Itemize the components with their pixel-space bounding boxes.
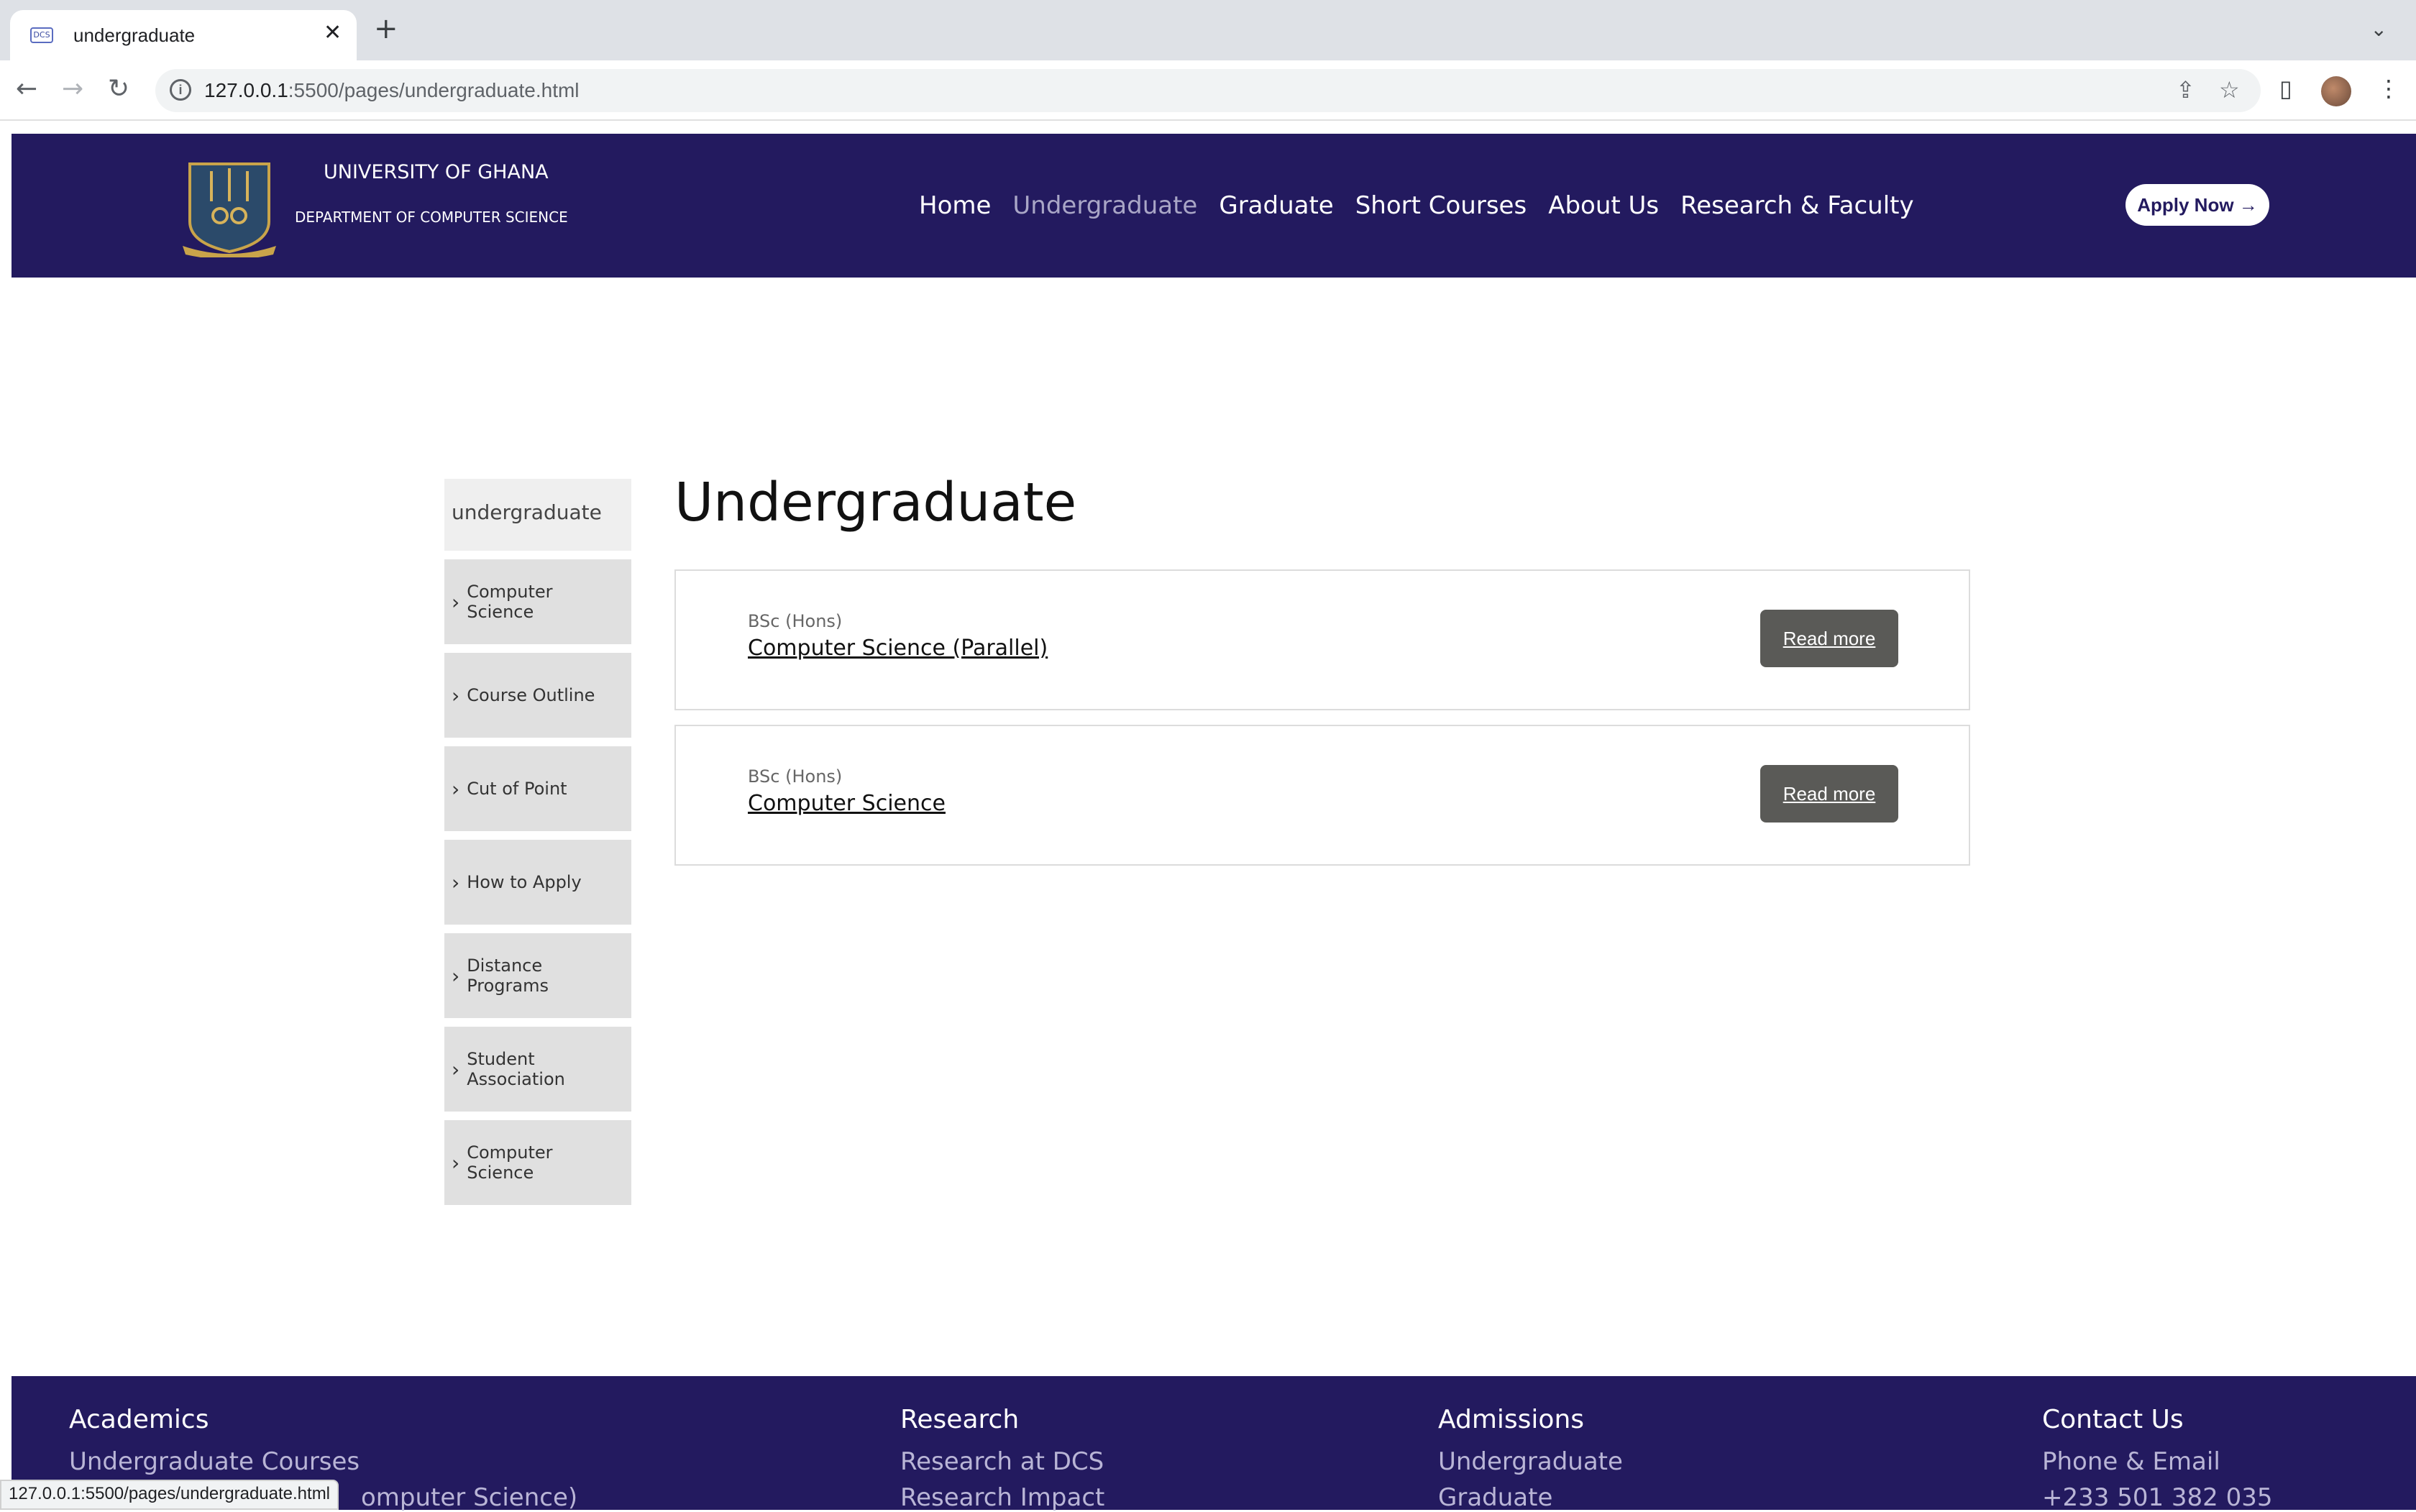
footer-admissions: Admissions Undergraduate Graduate bbox=[1438, 1405, 1623, 1512]
footer-link[interactable]: Undergraduate Courses bbox=[69, 1447, 577, 1476]
university-crest-icon bbox=[183, 162, 276, 257]
web-page: UNIVERSITY OF GHANA DEPARTMENT OF COMPUT… bbox=[0, 122, 2416, 1512]
browser-tab-bar: DCS undergraduate ✕ + ⌄ bbox=[0, 0, 2416, 60]
sidebar-item-computer-science-2[interactable]: › Computer Science bbox=[444, 1120, 631, 1205]
footer-link[interactable]: Research at DCS bbox=[900, 1447, 1104, 1476]
chevron-right-icon: › bbox=[452, 683, 460, 707]
page-title: Undergraduate bbox=[674, 472, 1077, 533]
read-more-button[interactable]: Read more bbox=[1760, 765, 1898, 823]
sidebar-item-label: Computer Science bbox=[467, 582, 553, 622]
footer-link[interactable]: Phone & Email bbox=[2042, 1447, 2273, 1476]
site-info-icon[interactable]: i bbox=[170, 79, 191, 101]
nav-about-us[interactable]: About Us bbox=[1548, 191, 1659, 220]
tab-close-icon[interactable]: ✕ bbox=[324, 20, 342, 45]
browser-tab[interactable]: DCS undergraduate ✕ bbox=[10, 10, 357, 60]
department-name: DEPARTMENT OF COMPUTER SCIENCE bbox=[295, 209, 568, 226]
footer-link[interactable]: Research Impact bbox=[900, 1483, 1104, 1512]
chevron-right-icon: › bbox=[452, 1150, 460, 1175]
sidebar-item-label: Computer Science bbox=[467, 1142, 553, 1183]
sidebar-item-how-to-apply[interactable]: › How to Apply bbox=[444, 840, 631, 925]
main-nav: Home Undergraduate Graduate Short Course… bbox=[919, 191, 1914, 220]
chevron-right-icon: › bbox=[452, 776, 460, 801]
browser-menu-icon[interactable]: ⋮ bbox=[2377, 75, 2400, 102]
sidebar-item-label: Course Outline bbox=[467, 685, 595, 705]
footer-link[interactable]: omputer Science) bbox=[361, 1483, 577, 1512]
footer-research: Research Research at DCS Research Impact bbox=[900, 1405, 1104, 1512]
tab-title: undergraduate bbox=[73, 24, 196, 46]
nav-graduate[interactable]: Graduate bbox=[1219, 191, 1333, 220]
share-icon[interactable]: ⇪ bbox=[2176, 76, 2195, 104]
sidebar-item-cut-of-point[interactable]: › Cut of Point bbox=[444, 746, 631, 831]
program-degree: BSc (Hons) bbox=[748, 611, 843, 631]
sidebar-item-label: Cut of Point bbox=[467, 779, 567, 799]
sidebar-item-course-outline[interactable]: › Course Outline bbox=[444, 653, 631, 738]
url-path: :5500/pages/undergraduate.html bbox=[288, 79, 580, 101]
footer-link[interactable]: +233 501 382 035 bbox=[2042, 1483, 2273, 1512]
footer-heading: Research bbox=[900, 1405, 1020, 1434]
sidebar-item-distance-programs[interactable]: › Distance Programs bbox=[444, 933, 631, 1018]
nav-home[interactable]: Home bbox=[919, 191, 991, 220]
sidebar-item-label: Distance Programs bbox=[467, 956, 549, 996]
apply-now-button[interactable]: Apply Now → bbox=[2126, 184, 2269, 226]
url-text: 127.0.0.1:5500/pages/undergraduate.html bbox=[204, 79, 580, 102]
footer-link[interactable]: Graduate bbox=[1438, 1483, 1623, 1512]
footer-contact: Contact Us Phone & Email +233 501 382 03… bbox=[2042, 1405, 2273, 1512]
read-more-button[interactable]: Read more bbox=[1760, 610, 1898, 667]
back-icon[interactable]: ← bbox=[16, 73, 37, 105]
program-link[interactable]: Computer Science (Parallel) bbox=[748, 636, 1048, 661]
new-tab-icon[interactable]: + bbox=[374, 14, 398, 43]
program-card: BSc (Hons) Computer Science Read more bbox=[674, 725, 1970, 866]
chevron-right-icon: › bbox=[452, 963, 460, 988]
nav-research-faculty[interactable]: Research & Faculty bbox=[1680, 191, 1914, 220]
program-degree: BSc (Hons) bbox=[748, 766, 843, 787]
sidebar-heading: undergraduate bbox=[444, 479, 631, 551]
address-bar[interactable]: i 127.0.0.1:5500/pages/undergraduate.htm… bbox=[155, 69, 2261, 112]
browser-toolbar: ← → ↻ i 127.0.0.1:5500/pages/undergradua… bbox=[0, 60, 2416, 121]
forward-icon[interactable]: → bbox=[62, 73, 83, 105]
sidebar-item-label: Student Association bbox=[467, 1049, 565, 1089]
profile-avatar[interactable] bbox=[2321, 76, 2351, 106]
footer-heading: Contact Us bbox=[2042, 1405, 2184, 1434]
program-link[interactable]: Computer Science bbox=[748, 791, 946, 816]
site-header: UNIVERSITY OF GHANA DEPARTMENT OF COMPUT… bbox=[12, 134, 2416, 278]
sidebar-item-label: How to Apply bbox=[467, 872, 582, 892]
nav-undergraduate[interactable]: Undergraduate bbox=[1012, 191, 1197, 220]
footer-link[interactable]: Undergraduate bbox=[1438, 1447, 1623, 1476]
url-host: 127.0.0.1 bbox=[204, 79, 288, 101]
link-status-bar: 127.0.0.1:5500/pages/undergraduate.html bbox=[0, 1480, 339, 1510]
bookmark-star-icon[interactable]: ☆ bbox=[2219, 76, 2240, 104]
chevron-right-icon: › bbox=[452, 1057, 460, 1081]
footer-heading: Admissions bbox=[1438, 1405, 1585, 1434]
chevron-right-icon: › bbox=[452, 870, 460, 894]
reload-icon[interactable]: ↻ bbox=[108, 73, 129, 105]
nav-short-courses[interactable]: Short Courses bbox=[1355, 191, 1527, 220]
footer-heading: Academics bbox=[69, 1405, 209, 1434]
favicon-icon: DCS bbox=[30, 27, 53, 43]
side-panel-icon[interactable]: ▯ bbox=[2279, 75, 2292, 102]
sidebar-item-computer-science[interactable]: › Computer Science bbox=[444, 559, 631, 644]
university-name: UNIVERSITY OF GHANA bbox=[324, 161, 549, 183]
tab-search-chevron-icon[interactable]: ⌄ bbox=[2371, 17, 2387, 41]
chevron-right-icon: › bbox=[452, 590, 460, 614]
program-card: BSc (Hons) Computer Science (Parallel) R… bbox=[674, 569, 1970, 710]
site-footer: Academics Undergraduate Courses omputer … bbox=[12, 1376, 2416, 1512]
sidebar-item-student-association[interactable]: › Student Association bbox=[444, 1027, 631, 1112]
sidebar: undergraduate › Computer Science › Course … bbox=[444, 479, 631, 1205]
